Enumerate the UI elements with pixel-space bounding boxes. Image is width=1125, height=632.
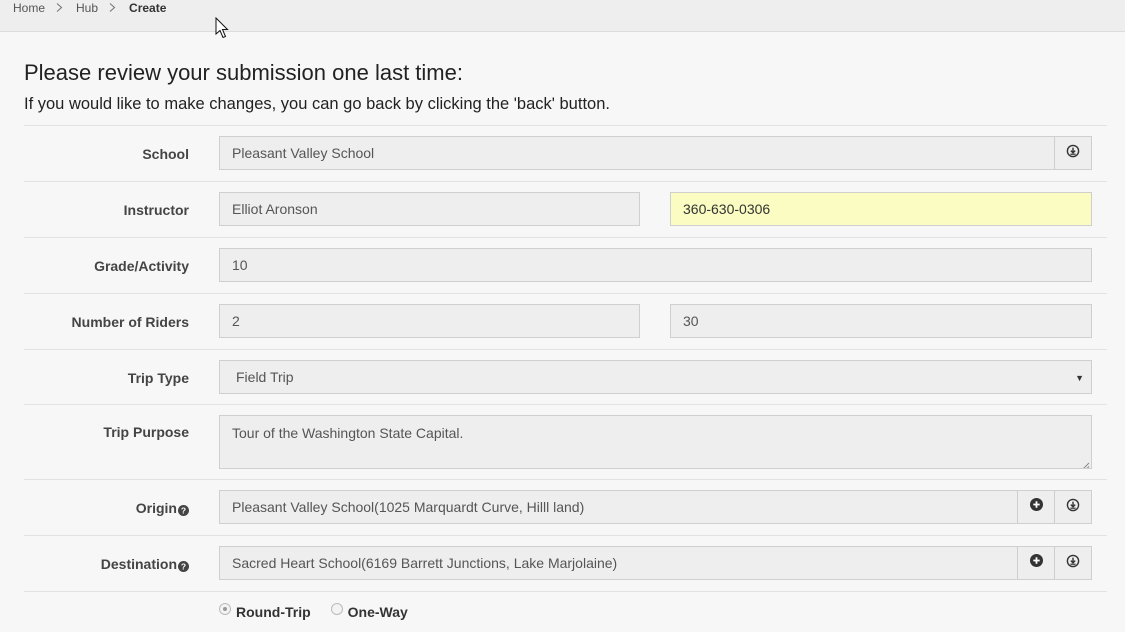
destination-label-text: Destination — [100, 556, 177, 572]
instructor-name-field[interactable]: Elliot Aronson — [219, 192, 640, 226]
school-row: School Pleasant Valley School — [24, 125, 1107, 181]
origin-label: Origin ? — [136, 500, 189, 516]
breadcrumb: Home Hub Create — [13, 0, 166, 15]
origin-download-button[interactable] — [1054, 490, 1092, 524]
divider — [24, 591, 1107, 592]
download-circle-icon — [1066, 144, 1080, 163]
download-circle-icon — [1066, 498, 1080, 517]
origin-label-text: Origin — [135, 500, 177, 516]
school-field[interactable]: Pleasant Valley School — [219, 136, 1055, 170]
riders-max-field[interactable]: 30 — [670, 304, 1092, 338]
trip-type-label: Trip Type — [127, 370, 189, 386]
question-circle-icon[interactable]: ? — [178, 503, 189, 516]
instructor-phone-field[interactable]: 360-630-0306 — [670, 192, 1092, 226]
trip-purpose-textarea[interactable]: Tour of the Washington State Capital. — [219, 415, 1092, 469]
trip-purpose-label: Trip Purpose — [103, 424, 189, 440]
question-circle-icon[interactable]: ? — [178, 559, 189, 572]
round-trip-label[interactable]: Round-Trip — [236, 604, 311, 620]
round-trip-radio[interactable] — [219, 603, 231, 615]
chevron-right-icon — [55, 3, 64, 12]
trip-purpose-row: Trip Purpose Tour of the Washington Stat… — [24, 404, 1107, 479]
trip-type-selected-value: Field Trip — [236, 369, 294, 385]
trip-purpose-text: Tour of the Washington State Capital. — [232, 425, 464, 441]
grade-field[interactable]: 10 — [219, 248, 1092, 282]
plus-circle-icon — [1029, 498, 1043, 516]
destination-add-button[interactable] — [1017, 546, 1055, 580]
one-way-radio[interactable] — [330, 603, 343, 615]
destination-download-button[interactable] — [1054, 546, 1092, 580]
destination-label: Destination ? — [101, 556, 189, 572]
destination-row: Destination ? Sacred Heart School(6169 B… — [24, 535, 1107, 591]
caret-down-icon: ▼ — [1075, 373, 1084, 383]
grade-label: Grade/Activity — [94, 258, 189, 274]
svg-text:?: ? — [181, 505, 186, 515]
one-way-label[interactable]: One-Way — [348, 604, 408, 620]
destination-field[interactable]: Sacred Heart School(6169 Barrett Junctio… — [219, 546, 1018, 580]
school-download-button[interactable] — [1054, 136, 1092, 170]
origin-add-button[interactable] — [1017, 490, 1055, 524]
instructor-row: Instructor Elliot Aronson 360-630-0306 — [24, 181, 1107, 237]
breadcrumb-hub-link[interactable]: Hub — [76, 1, 98, 15]
download-circle-icon — [1066, 554, 1080, 573]
breadcrumb-current: Create — [129, 0, 167, 15]
trip-type-select[interactable]: Field Trip ▼ — [219, 360, 1092, 394]
grade-row: Grade/Activity 10 — [24, 237, 1107, 293]
origin-field[interactable]: Pleasant Valley School(1025 Marquardt Cu… — [219, 490, 1018, 524]
instructor-label: Instructor — [123, 202, 189, 218]
page-subtitle: If you would like to make changes, you c… — [24, 95, 610, 113]
origin-row: Origin ? Pleasant Valley School(1025 Mar… — [24, 479, 1107, 535]
page-title: Please review your submission one last t… — [24, 60, 463, 85]
riders-label: Number of Riders — [71, 314, 189, 330]
resize-handle-icon[interactable] — [1081, 458, 1090, 468]
trip-direction-group: Round-Trip One-Way — [219, 603, 428, 620]
breadcrumb-home-link[interactable]: Home — [13, 1, 45, 15]
plus-circle-icon — [1029, 554, 1043, 572]
riders-min-field[interactable]: 2 — [219, 304, 640, 338]
riders-row: Number of Riders 2 30 — [24, 293, 1107, 349]
trip-type-row: Trip Type Field Trip ▼ — [24, 349, 1107, 404]
breadcrumb-bar: Home Hub Create — [0, 0, 1125, 39]
mouse-cursor-icon — [215, 16, 229, 42]
school-label: School — [142, 146, 189, 162]
svg-text:?: ? — [181, 561, 186, 571]
chevron-right-icon — [108, 3, 117, 12]
